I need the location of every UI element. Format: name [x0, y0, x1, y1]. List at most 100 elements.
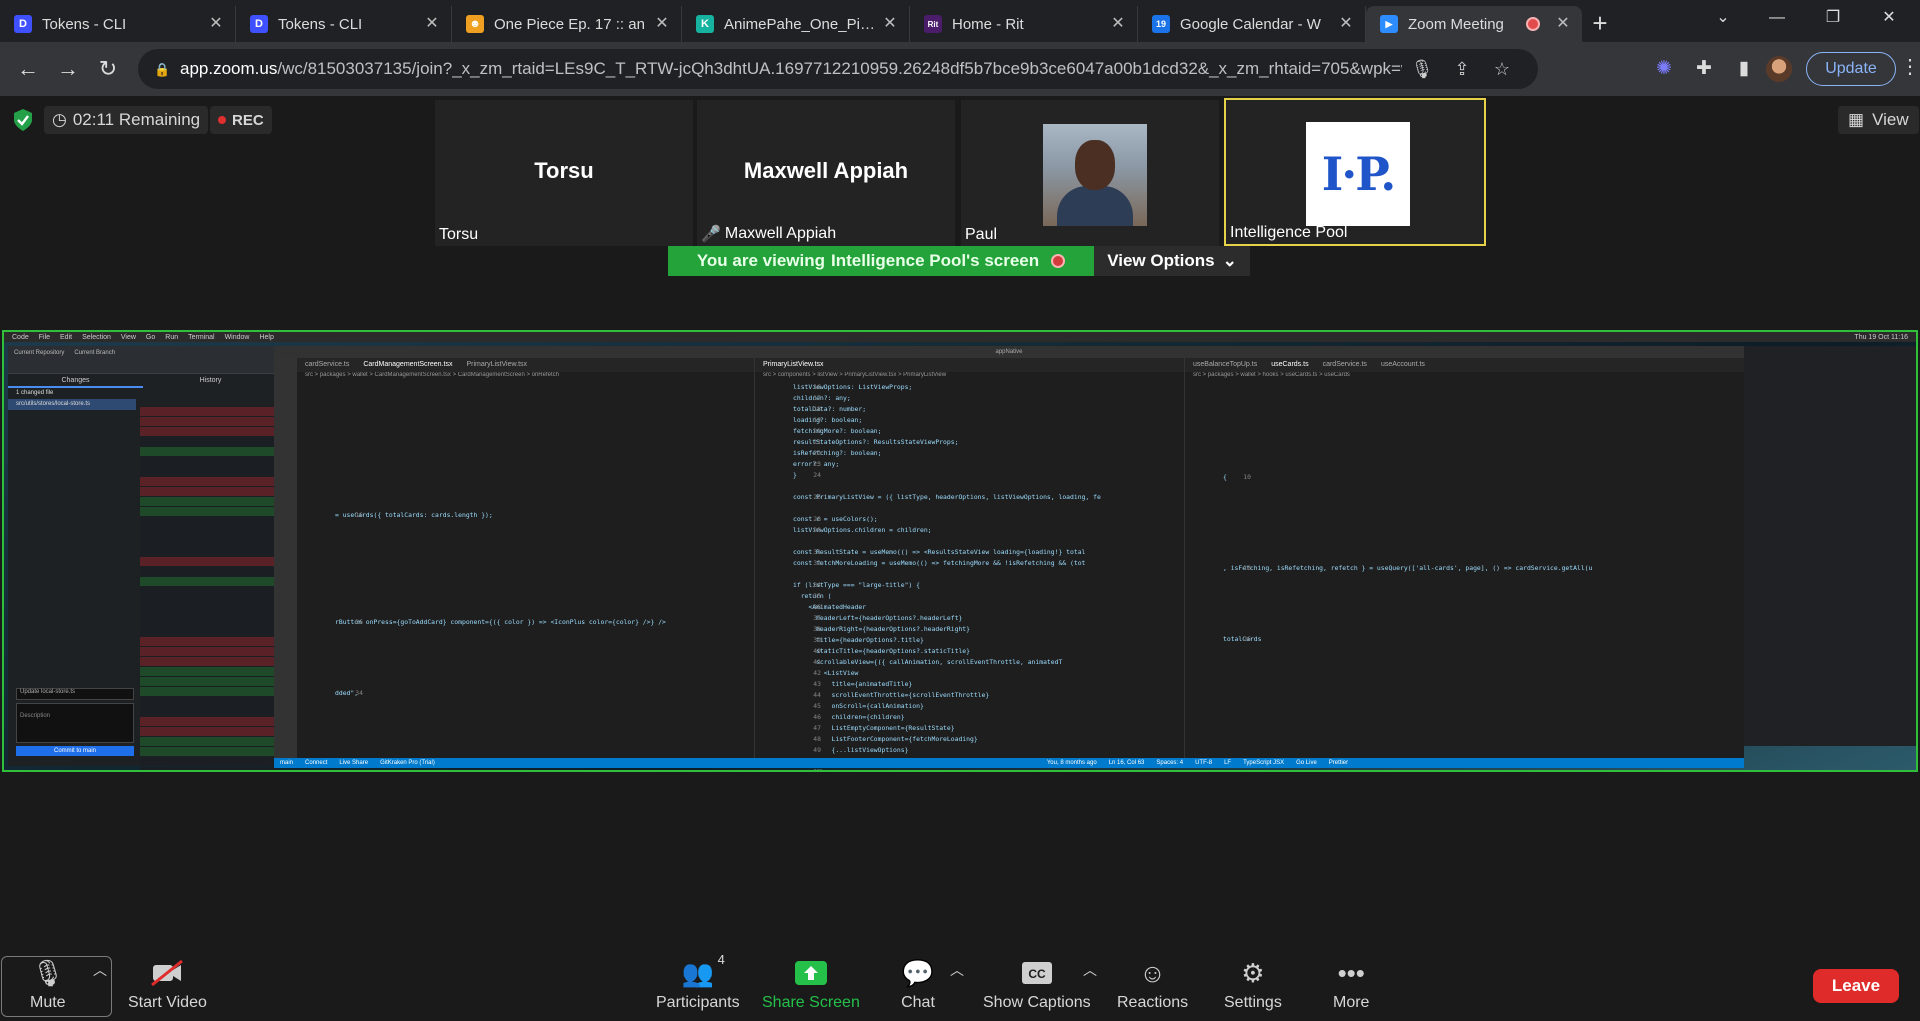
close-tab-icon[interactable]: ✕ [881, 15, 899, 33]
view-layout-button[interactable]: ▦ View [1838, 106, 1919, 134]
status-item[interactable]: TypeScript JSX [1243, 760, 1284, 766]
status-item[interactable]: Ln 16, Col 63 [1109, 760, 1145, 766]
close-tab-icon[interactable]: ✕ [1554, 15, 1572, 33]
commit-summary-input[interactable]: Update local-store.ts [16, 688, 134, 700]
mac-menu-item[interactable]: Code [12, 334, 29, 341]
status-item[interactable]: Go Live [1296, 760, 1317, 766]
editor-tab[interactable]: useAccount.ts [1381, 361, 1425, 369]
editor-tabs: PrimaryListView.tsx [755, 358, 1184, 372]
reload-icon[interactable]: ↻ [90, 51, 126, 87]
view-options-button[interactable]: View Options ⌄ [1094, 246, 1250, 276]
editor-tab[interactable]: cardService.ts [1323, 361, 1367, 369]
tab-title: Home - Rit [952, 15, 1024, 33]
diff-line [140, 737, 278, 746]
participant-tile[interactable]: Paul [961, 100, 1219, 246]
editor-pane-card-management[interactable]: cardService.ts CardManagementScreen.tsx Pr… [296, 358, 754, 768]
extension-icon[interactable]: ✺ [1646, 51, 1682, 87]
show-captions-button[interactable]: CC Show Captions [983, 956, 1091, 1020]
close-tab-icon[interactable]: ✕ [423, 15, 441, 33]
mute-button[interactable]: 🎙 Mute [30, 956, 66, 1020]
extensions-puzzle-icon[interactable]: ✚ [1686, 51, 1722, 87]
participant-tile-active-speaker[interactable]: I·P. Intelligence Pool [1224, 98, 1486, 246]
forward-arrow-icon[interactable]: → [50, 51, 86, 87]
start-video-button[interactable]: Start Video [128, 956, 207, 1020]
status-item[interactable]: Spaces: 4 [1156, 760, 1183, 766]
browser-tab[interactable]: D Tokens - CLI ✕ [236, 6, 452, 42]
browser-menu-icon[interactable]: ⋮ [1900, 54, 1920, 79]
share-screen-button[interactable]: Share Screen [762, 956, 860, 1020]
reactions-button[interactable]: ☺ Reactions [1117, 956, 1188, 1020]
new-tab-button[interactable]: + [1582, 6, 1618, 42]
mac-menu-item[interactable]: Window [225, 334, 250, 341]
close-window-icon[interactable]: ✕ [1866, 0, 1912, 36]
status-item[interactable]: GitKraken Pro (Trial) [380, 760, 435, 766]
share-icon[interactable]: ⇪ [1442, 59, 1482, 80]
microphone-icon[interactable]: 🎙 [1402, 59, 1442, 80]
changed-file-item[interactable]: src/utils/stores/local-store.ts [8, 399, 136, 410]
editor-tab[interactable]: useBalanceTopUp.ts [1193, 361, 1257, 369]
back-arrow-icon[interactable]: ← [10, 51, 46, 87]
mac-menu-item[interactable]: Edit [60, 334, 72, 341]
mac-menu-item[interactable]: View [121, 334, 136, 341]
participant-tile[interactable]: Torsu Torsu [435, 100, 693, 246]
more-button[interactable]: ••• More [1333, 956, 1369, 1020]
mac-menu-item[interactable]: Terminal [188, 334, 214, 341]
editor-tab[interactable]: useCards.ts [1271, 361, 1308, 369]
editor-tab[interactable]: PrimaryListView.tsx [763, 361, 824, 369]
status-item[interactable]: Live Share [339, 760, 368, 766]
mac-menu-item[interactable]: Go [146, 334, 155, 341]
line-number: 16 [813, 383, 821, 391]
mac-menu-item[interactable]: Run [165, 334, 178, 341]
close-tab-icon[interactable]: ✕ [1109, 15, 1127, 33]
tab-search-icon[interactable]: ⌄ [1700, 0, 1746, 36]
chat-options-caret-icon[interactable]: ︿ [950, 960, 964, 980]
recording-badge[interactable]: REC [210, 106, 272, 134]
editor-tab[interactable]: cardService.ts [305, 361, 349, 369]
diff-line [140, 687, 278, 696]
address-bar[interactable]: 🔒 app.zoom.us/wc/81503037135/join?_x_zm_… [138, 49, 1538, 89]
close-tab-icon[interactable]: ✕ [653, 15, 671, 33]
side-panel-icon[interactable]: ▮ [1726, 51, 1762, 87]
minimize-icon[interactable]: — [1754, 0, 1800, 36]
editor-tab[interactable]: PrimaryListView.tsx [466, 361, 527, 369]
tab-history[interactable]: History [143, 374, 278, 388]
editor-tab[interactable]: CardManagementScreen.tsx [363, 361, 452, 369]
editor-pane-primary-list-view[interactable]: PrimaryListView.tsx src > components > l… [754, 358, 1184, 770]
browser-tab[interactable]: D Tokens - CLI ✕ [0, 6, 236, 42]
settings-button[interactable]: ⚙ Settings [1224, 956, 1282, 1020]
commit-button[interactable]: Commit to main [16, 746, 134, 756]
browser-tab[interactable]: K AnimePahe_One_Piece ✕ [682, 6, 910, 42]
status-item[interactable]: Prettier [1329, 760, 1348, 766]
editor-tabs: useBalanceTopUp.ts useCards.ts cardService… [1185, 358, 1744, 372]
leave-button[interactable]: Leave [1813, 969, 1899, 1003]
tab-changes[interactable]: Changes [8, 374, 143, 388]
participants-button[interactable]: 👥 4 Participants [656, 952, 740, 1020]
browser-tab[interactable]: 19 Google Calendar - W ✕ [1138, 6, 1366, 42]
editor-pane-use-cards[interactable]: useBalanceTopUp.ts useCards.ts cardService… [1184, 358, 1744, 758]
mac-menu-item[interactable]: Help [259, 334, 273, 341]
audio-options-caret-icon[interactable]: ︿ [93, 960, 107, 980]
browser-tab[interactable]: Rit Home - Rit ✕ [910, 6, 1138, 42]
status-item[interactable]: You, 8 months ago [1047, 760, 1097, 766]
restore-icon[interactable]: ❐ [1810, 0, 1856, 36]
close-tab-icon[interactable]: ✕ [1337, 15, 1355, 33]
update-button[interactable]: Update [1806, 52, 1896, 86]
svg-text:CC: CC [1028, 967, 1046, 981]
status-item[interactable]: Connect [305, 760, 327, 766]
browser-tab-active[interactable]: ▶ Zoom Meeting ✕ [1366, 6, 1582, 42]
mac-menu-item[interactable]: Selection [82, 334, 111, 341]
profile-avatar[interactable] [1766, 56, 1792, 82]
captions-options-caret-icon[interactable]: ︿ [1083, 960, 1097, 980]
browser-tab[interactable]: ☻ One Piece Ep. 17 :: an ✕ [452, 6, 682, 42]
status-item[interactable]: LF [1224, 760, 1231, 766]
shared-screen[interactable]: Code File Edit Selection View Go Run Terminal Wi… [2, 330, 1918, 772]
chat-button[interactable]: 💬 Chat [901, 956, 935, 1020]
status-item[interactable]: UTF-8 [1195, 760, 1212, 766]
close-tab-icon[interactable]: ✕ [207, 15, 225, 33]
mac-menu-item[interactable]: File [39, 334, 50, 341]
status-item[interactable]: main [280, 760, 293, 766]
commit-description-input[interactable]: Description [16, 703, 134, 743]
bookmark-star-icon[interactable]: ☆ [1482, 59, 1522, 80]
security-shield-icon[interactable] [12, 108, 34, 132]
participant-tile[interactable]: Maxwell Appiah 🎤 Maxwell Appiah [697, 100, 955, 246]
